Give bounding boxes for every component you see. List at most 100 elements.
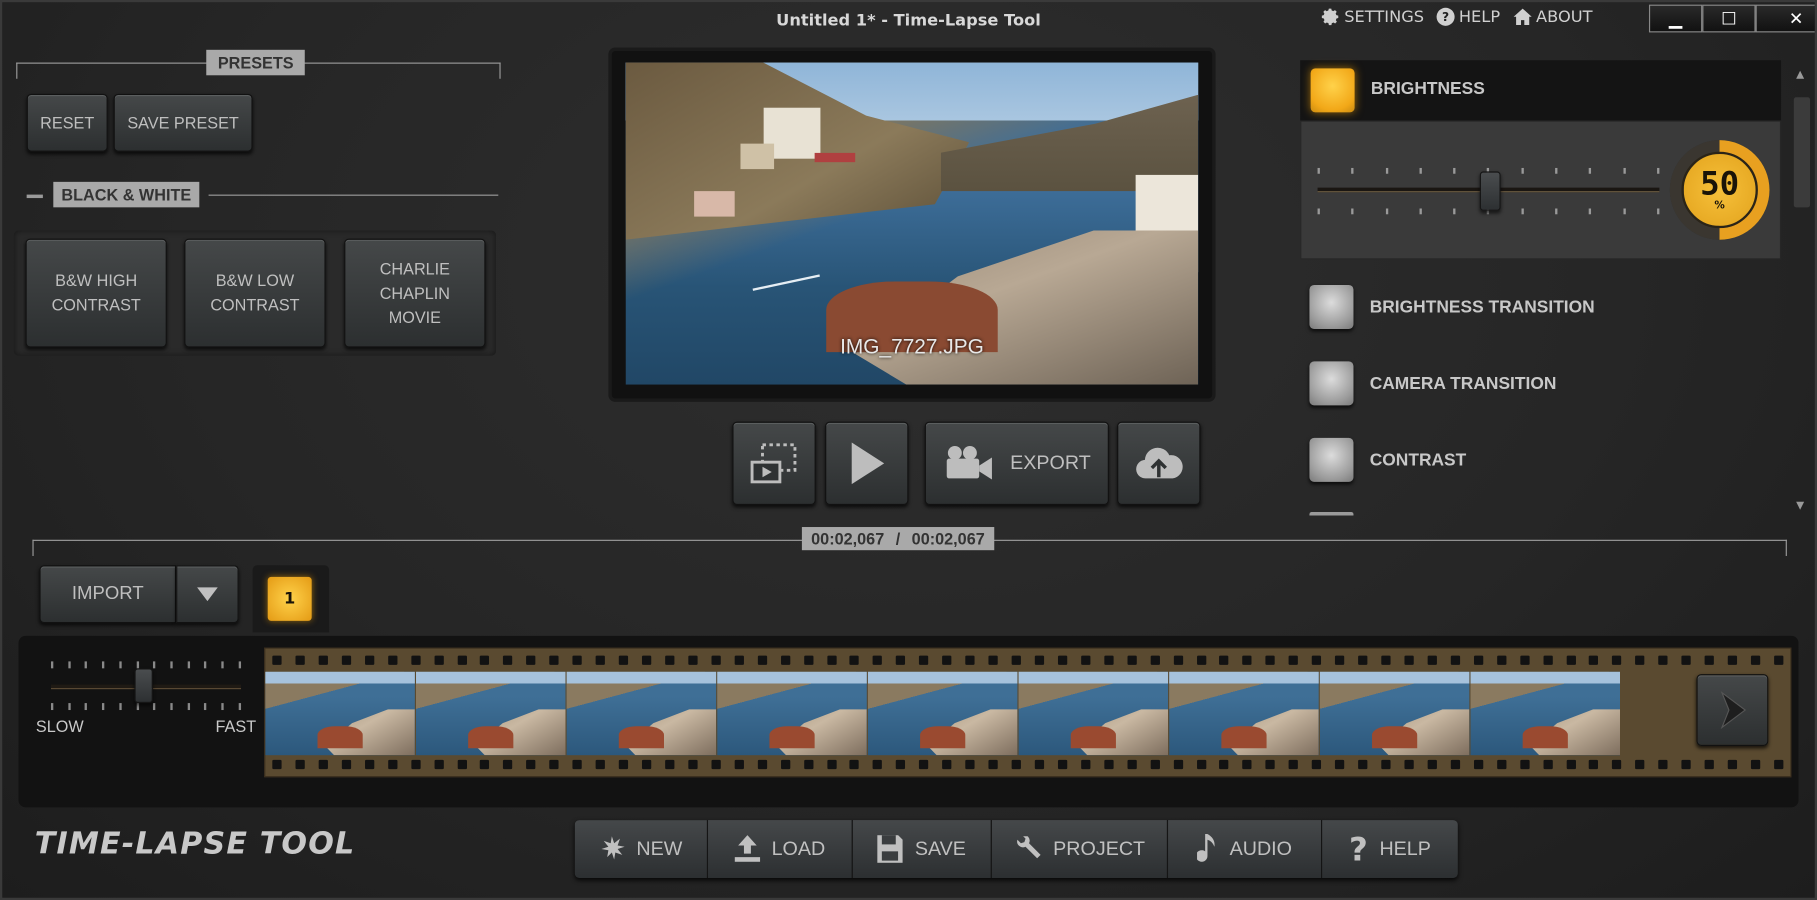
perforation-hole	[780, 655, 790, 665]
perforation-hole	[1034, 655, 1045, 665]
perforation-hole	[410, 759, 421, 770]
filmstrip-perforations-top	[272, 655, 1784, 665]
perforation-hole	[1196, 759, 1206, 770]
perforation-hole	[711, 655, 721, 665]
upload-cloud-button[interactable]	[1117, 421, 1201, 506]
filmstrip-frame[interactable]	[1018, 671, 1169, 756]
perforation-hole	[341, 759, 351, 770]
perforation-hole	[1358, 759, 1368, 770]
perforation-hole	[595, 655, 606, 665]
timecode-total: 00:02,067	[911, 529, 985, 548]
perforation-hole	[942, 655, 952, 665]
save-preset-button[interactable]: SAVE PRESET	[113, 93, 253, 152]
filmstrip-frame[interactable]	[265, 671, 415, 756]
perforation-hole	[1288, 655, 1299, 665]
perforation-hole	[1750, 655, 1761, 665]
contrast-label: CONTRAST	[1369, 449, 1467, 470]
perforation-hole	[665, 655, 675, 665]
collapse-group-icon[interactable]	[26, 194, 43, 199]
perforation-hole	[1057, 759, 1068, 770]
import-button[interactable]: IMPORT	[39, 565, 177, 624]
brightness-transition-toggle[interactable]	[1309, 284, 1354, 329]
preset-bw-high-contrast[interactable]: B&W HIGH CONTRAST	[25, 238, 167, 348]
sequence-tab-1[interactable]: 1	[267, 576, 312, 621]
play-button[interactable]	[825, 421, 909, 506]
audio-button[interactable]: AUDIO	[1168, 820, 1323, 878]
perforation-hole	[826, 655, 837, 665]
filmstrip-frame[interactable]	[1169, 671, 1319, 756]
floppy-disk-icon	[877, 835, 904, 863]
export-button[interactable]: EXPORT	[924, 421, 1109, 506]
settings-menu[interactable]: SETTINGS	[1321, 7, 1424, 27]
brightness-toggle[interactable]	[1310, 68, 1355, 113]
preview-image[interactable]: IMG_7727.JPG	[625, 62, 1199, 385]
contrast-toggle[interactable]	[1309, 437, 1354, 482]
perforation-hole	[1496, 759, 1507, 770]
question-mark-icon: ?	[1349, 829, 1368, 869]
preset-bw-low-contrast[interactable]: B&W LOW CONTRAST	[184, 238, 326, 348]
help-button[interactable]: ? HELP	[1322, 820, 1458, 878]
preview-mode-button[interactable]	[732, 421, 816, 506]
upload-icon	[734, 835, 760, 862]
filmstrip-frame[interactable]	[1470, 671, 1621, 756]
camera-transition-toggle[interactable]	[1309, 361, 1354, 406]
app-logo: TIME-LAPSE TOOL	[34, 827, 356, 862]
timeline-divider-right	[1785, 539, 1787, 556]
perforation-hole	[295, 759, 305, 770]
settings-label: SETTINGS	[1344, 7, 1425, 27]
brightness-slider-thumb[interactable]	[1479, 171, 1501, 211]
perforation-hole	[434, 655, 444, 665]
sequence-tab: 1	[252, 565, 330, 633]
preset-charlie-chaplin-movie[interactable]: CHARLIE CHAPLIN MOVIE	[344, 238, 486, 348]
help-menu[interactable]: ? HELP	[1436, 7, 1500, 27]
perforation-hole	[1658, 759, 1668, 770]
home-icon	[1513, 8, 1532, 25]
speed-slider-thumb[interactable]	[134, 668, 153, 704]
perforation-hole	[1473, 759, 1483, 770]
about-menu[interactable]: ABOUT	[1512, 7, 1593, 27]
filmstrip-next-button[interactable]	[1696, 674, 1769, 746]
perforation-hole	[1589, 655, 1599, 665]
perforation-hole	[1727, 759, 1738, 770]
filmstrip-frame[interactable]	[867, 671, 1018, 756]
filmstrip-frame[interactable]	[717, 671, 867, 756]
presets-divider-left	[16, 62, 18, 79]
load-button[interactable]: LOAD	[708, 820, 853, 878]
effects-scrollbar-thumb[interactable]	[1793, 97, 1811, 208]
new-button[interactable]: NEW	[574, 820, 709, 878]
import-button-group: IMPORT	[39, 565, 239, 624]
minimize-button[interactable]: ▁	[1648, 4, 1703, 33]
scroll-up-icon[interactable]: ▲	[1796, 69, 1804, 81]
perforation-hole	[1011, 759, 1021, 770]
perforation-hole	[1173, 655, 1183, 665]
perforation-hole	[803, 655, 813, 665]
next-effect-toggle-partial[interactable]	[1309, 511, 1354, 516]
scroll-down-icon[interactable]: ▼	[1796, 500, 1804, 512]
brightness-gauge: 50 %	[1669, 140, 1770, 240]
import-dropdown-button[interactable]	[176, 565, 239, 624]
perforation-hole	[272, 759, 282, 770]
filmstrip-frame[interactable]	[1319, 671, 1470, 756]
perforation-hole	[1011, 655, 1021, 665]
brightness-label: BRIGHTNESS	[1370, 78, 1485, 99]
perforation-hole	[295, 655, 305, 665]
perforation-hole	[1219, 759, 1229, 770]
perforation-hole	[1681, 759, 1691, 770]
effects-scrollbar[interactable]: ▲ ▼	[1792, 67, 1813, 512]
perforation-hole	[1519, 655, 1530, 665]
maximize-button[interactable]: ☐	[1702, 4, 1756, 33]
filmstrip-frame[interactable]	[566, 671, 717, 756]
reset-button[interactable]: RESET	[26, 93, 108, 152]
chevron-right-icon	[1720, 690, 1747, 730]
perforation-hole	[1150, 759, 1160, 770]
export-label: EXPORT	[1010, 452, 1091, 475]
save-button[interactable]: SAVE	[852, 820, 992, 878]
filmstrip-frame[interactable]	[416, 671, 566, 756]
project-button[interactable]: PROJECT	[991, 820, 1169, 878]
effect-row-contrast: CONTRAST	[1309, 434, 1773, 485]
perforation-hole	[896, 759, 906, 770]
close-button[interactable]: ✕	[1755, 4, 1815, 33]
perforation-hole	[549, 655, 559, 665]
perforation-hole	[480, 655, 490, 665]
app-window: Untitled 1* - Time-Lapse Tool SETTINGS ?…	[0, 0, 1817, 900]
